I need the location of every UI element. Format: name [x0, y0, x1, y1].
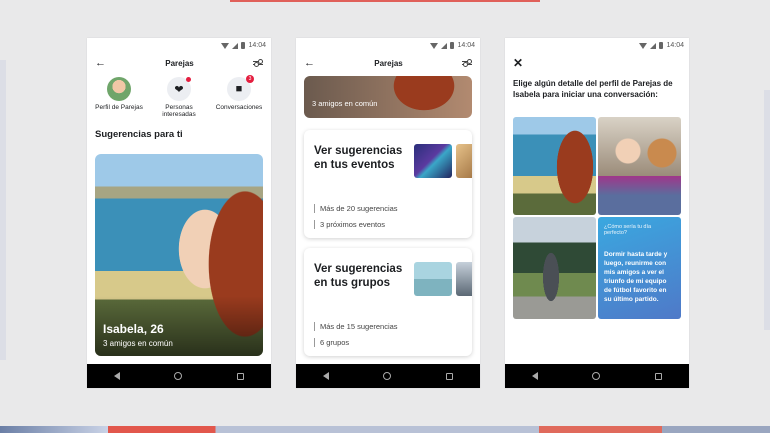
profile-photo-tile[interactable]: [513, 117, 596, 215]
group-count: 6 grupos: [314, 338, 349, 347]
shortcut-label: Conversaciones: [215, 104, 263, 111]
group-thumbnail: [414, 262, 452, 296]
back-arrow-icon[interactable]: ←: [304, 57, 315, 69]
shortcut-label: Perfil de Parejas: [95, 104, 143, 111]
status-time: 14:04: [666, 42, 684, 49]
profile-question: ¿Cómo sería tu día perfecto?: [604, 224, 652, 236]
battery-icon: [659, 42, 664, 49]
phone-screen-start-conversation: 14:04 ✕ Elige algún detalle del perfil d…: [505, 38, 689, 388]
event-count: 3 próximos eventos: [314, 220, 385, 229]
left-edge-decoration: [0, 60, 6, 360]
suggestion-profile-card[interactable]: Isabela, 26 3 amigos en común: [95, 154, 263, 356]
conversation-prompt: Elige algún detalle del perfil de Pareja…: [513, 79, 673, 99]
home-nav-icon[interactable]: [174, 372, 183, 380]
back-nav-icon[interactable]: [323, 372, 330, 380]
filter-settings-icon[interactable]: [253, 59, 263, 67]
profile-photo-tile[interactable]: [598, 117, 681, 215]
status-bar: 14:04: [296, 38, 480, 53]
event-thumbnail: [456, 144, 472, 178]
recents-nav-icon[interactable]: [654, 372, 662, 380]
status-bar: 14:04: [505, 38, 689, 53]
profile-card-partial[interactable]: 3 amigos en común: [304, 76, 472, 118]
chat-icon: ■ 3: [227, 75, 254, 101]
heart-icon: ❤: [167, 77, 191, 101]
battery-icon: [241, 42, 246, 49]
groups-suggestions-card[interactable]: Ver sugerencias en tus grupos Más de 15 …: [304, 248, 472, 356]
top-nav: ← Parejas: [87, 53, 271, 73]
shortcut-interested-people[interactable]: ❤ Personas interesadas: [149, 77, 209, 121]
battery-icon: [450, 42, 455, 49]
profile-detail-grid: ¿Cómo sería tu día perfecto? Dormir hast…: [513, 117, 681, 319]
suggestion-count: Más de 15 sugerencias: [314, 322, 398, 331]
recents-nav-icon[interactable]: [236, 372, 244, 380]
events-suggestions-card[interactable]: Ver sugerencias en tus eventos Más de 20…: [304, 130, 472, 238]
question-answer-tile[interactable]: ¿Cómo sería tu día perfecto? Dormir hast…: [598, 217, 681, 319]
card-title: Ver sugerencias en tus eventos: [314, 145, 403, 172]
profile-photo-tile[interactable]: [513, 217, 596, 319]
top-accent-strip: [230, 0, 540, 2]
shortcut-row: Perfil de Parejas ❤ Personas interesadas…: [87, 73, 271, 121]
notification-dot: [186, 77, 191, 82]
group-thumbnail: [456, 262, 472, 296]
wifi-icon: [221, 42, 230, 49]
page-title: Parejas: [374, 58, 403, 68]
profile-name: Isabela, 26: [103, 322, 164, 336]
home-nav-icon[interactable]: [383, 372, 392, 380]
signal-icon: [441, 42, 448, 49]
mutual-friends: 3 amigos en común: [312, 99, 378, 108]
avatar-icon: [107, 77, 131, 101]
event-thumbnail: [414, 144, 452, 178]
android-nav-bar: [296, 364, 480, 388]
section-heading: Sugerencias para ti: [95, 129, 183, 140]
top-nav: ← Parejas: [296, 53, 480, 73]
profile-answer: Dormir hasta tarde y luego, reunirme con…: [604, 251, 668, 304]
mutual-friends: 3 amigos en común: [103, 339, 173, 348]
filter-settings-icon[interactable]: [462, 59, 472, 67]
home-nav-icon[interactable]: [592, 372, 601, 380]
shortcut-label: Personas interesadas: [162, 104, 196, 119]
recents-nav-icon[interactable]: [445, 372, 453, 380]
card-title: Ver sugerencias en tus grupos: [314, 263, 403, 290]
back-nav-icon[interactable]: [532, 372, 539, 380]
android-nav-bar: [87, 364, 271, 388]
top-nav: ✕: [505, 53, 689, 73]
status-time: 14:04: [248, 42, 266, 49]
back-arrow-icon[interactable]: ←: [95, 57, 106, 69]
wifi-icon: [430, 42, 439, 49]
signal-icon: [232, 42, 239, 49]
shortcut-conversations[interactable]: ■ 3 Conversaciones: [209, 75, 269, 121]
status-time: 14:04: [457, 42, 475, 49]
suggestion-count: Más de 20 sugerencias: [314, 204, 398, 213]
android-nav-bar: [505, 364, 689, 388]
phone-screen-suggestions: 14:04 ← Parejas 3 amigos en común Ver su…: [296, 38, 480, 388]
back-nav-icon[interactable]: [114, 372, 121, 380]
shortcut-dating-profile[interactable]: Perfil de Parejas: [89, 77, 149, 121]
status-bar: 14:04: [87, 38, 271, 53]
wifi-icon: [639, 42, 648, 49]
bottom-accent-strip: [0, 426, 770, 433]
right-edge-decoration: [764, 90, 770, 330]
page-title: Parejas: [165, 58, 194, 68]
close-icon[interactable]: ✕: [513, 56, 523, 70]
phone-screen-dating-home: 14:04 ← Parejas Perfil de Parejas ❤ Pers…: [87, 38, 271, 388]
unread-badge: 3: [246, 75, 254, 83]
signal-icon: [650, 42, 657, 49]
